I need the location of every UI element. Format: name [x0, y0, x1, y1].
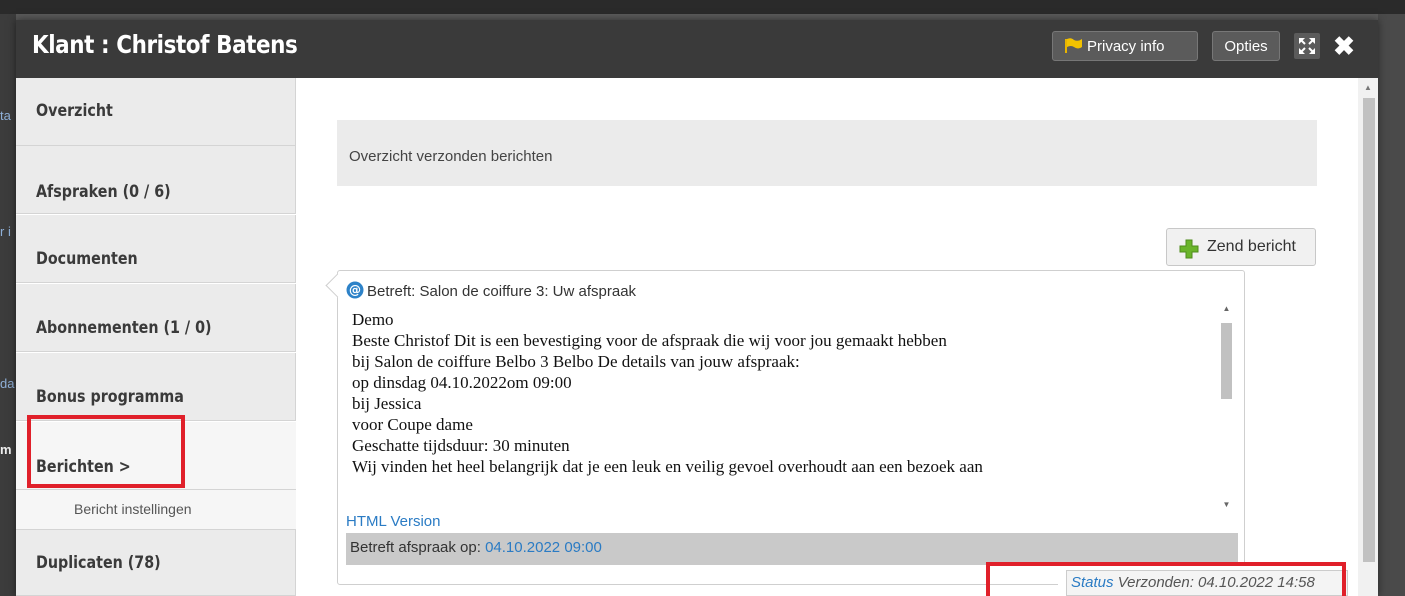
scroll-up-icon[interactable]: ▲ [1218, 303, 1235, 315]
scrollbar-thumb[interactable] [1221, 323, 1232, 399]
sidebar-item-label: Documenten [36, 249, 138, 269]
sidebar-item-overzicht[interactable]: Overzicht [16, 78, 296, 146]
message-scrollbar[interactable]: ▲ ▼ [1218, 303, 1235, 511]
send-message-label: Zend bericht [1207, 238, 1296, 255]
scroll-up-icon[interactable]: ▲ [1358, 82, 1378, 94]
section-title: Overzicht verzonden berichten [349, 148, 553, 165]
highlight-box-berichten [27, 415, 185, 488]
sidebar-item-abonnementen[interactable]: Abonnementen (1 / 0) [16, 284, 296, 352]
messages-panel: Overzicht verzonden berichten Zend beric… [296, 78, 1378, 596]
background-text: r i [0, 224, 11, 239]
message-line: Beste Christof Dit is een bevestiging vo… [352, 331, 947, 350]
sidebar-item-label: Duplicaten (78) [36, 553, 161, 573]
appointment-bar: Betreft afspraak op: 04.10.2022 09:00 [346, 533, 1238, 565]
message-subject: @ Betreft: Salon de coiffure 3: Uw afspr… [346, 281, 636, 303]
sidebar-item-label: Bonus programma [36, 387, 184, 407]
appointment-label: Betreft afspraak op: [350, 539, 481, 556]
sidebar-item-label: Afspraken (0 / 6) [36, 182, 171, 202]
message-line: op dinsdag 04.10.2022om 09:00 [352, 373, 572, 392]
sidebar: Overzicht Afspraken (0 / 6) Documenten A… [16, 78, 296, 596]
message-line: Wij vinden het heel belangrijk dat je ee… [352, 457, 983, 476]
sidebar-item-afspraken[interactable]: Afspraken (0 / 6) [16, 146, 296, 214]
message-line: bij Salon de coiffure Belbo 3 Belbo De d… [352, 352, 800, 371]
customer-modal: Klant : Christof Batens Privacy info Opt… [16, 20, 1378, 596]
privacy-info-label: Privacy info [1087, 38, 1165, 55]
plus-icon [1179, 237, 1199, 273]
highlight-box-status [986, 562, 1346, 596]
scroll-down-icon[interactable]: ▼ [1218, 499, 1235, 511]
message-line: bij Jessica [352, 394, 422, 413]
sidebar-item-documenten[interactable]: Documenten [16, 215, 296, 283]
modal-header: Klant : Christof Batens Privacy info Opt… [16, 20, 1378, 78]
background-left-strip: ta r i da m [0, 14, 16, 596]
at-icon: @ [346, 281, 364, 303]
message-line: voor Coupe dame [352, 415, 473, 434]
message-card: @ Betreft: Salon de coiffure 3: Uw afspr… [325, 270, 1356, 596]
sidebar-subitem-label: Bericht instellingen [74, 501, 192, 517]
background-right-strip [1378, 14, 1405, 596]
background-text: m [0, 442, 12, 457]
background-text: ta [0, 108, 11, 123]
content-scrollbar[interactable]: ▲ [1358, 78, 1378, 596]
sidebar-item-duplicaten[interactable]: Duplicaten (78) [16, 530, 296, 596]
sidebar-item-label: Overzicht [36, 101, 113, 121]
send-message-button[interactable]: Zend bericht [1166, 228, 1316, 266]
modal-title: Klant : Christof Batens [32, 30, 298, 59]
svg-text:@: @ [349, 283, 361, 297]
background-topbar [0, 0, 1405, 14]
sidebar-item-bonus-programma[interactable]: Bonus programma [16, 353, 296, 421]
appointment-info: Betreft afspraak op: 04.10.2022 09:00 [350, 539, 602, 556]
appointment-date-link[interactable]: 04.10.2022 09:00 [485, 539, 602, 556]
sidebar-subitem-bericht-instellingen[interactable]: Bericht instellingen [16, 490, 296, 530]
html-version-link[interactable]: HTML Version [346, 513, 440, 530]
flag-icon [1065, 35, 1083, 65]
message-body: Demo Beste Christof Dit is een bevestigi… [352, 309, 1212, 507]
close-icon[interactable]: ✖ [1332, 32, 1356, 60]
options-button[interactable]: Opties [1212, 31, 1280, 61]
message-line: Demo [352, 310, 394, 329]
sidebar-item-label: Abonnementen (1 / 0) [36, 318, 212, 338]
background-text: da [0, 376, 15, 391]
section-header: Overzicht verzonden berichten [337, 120, 1317, 186]
privacy-info-button[interactable]: Privacy info [1052, 31, 1198, 61]
message-line: Geschatte tijdsduur: 30 minuten [352, 436, 570, 455]
expand-icon[interactable] [1294, 33, 1320, 59]
message-subject-text: Betreft: Salon de coiffure 3: Uw afspraa… [367, 283, 637, 300]
scrollbar-thumb[interactable] [1363, 98, 1375, 562]
